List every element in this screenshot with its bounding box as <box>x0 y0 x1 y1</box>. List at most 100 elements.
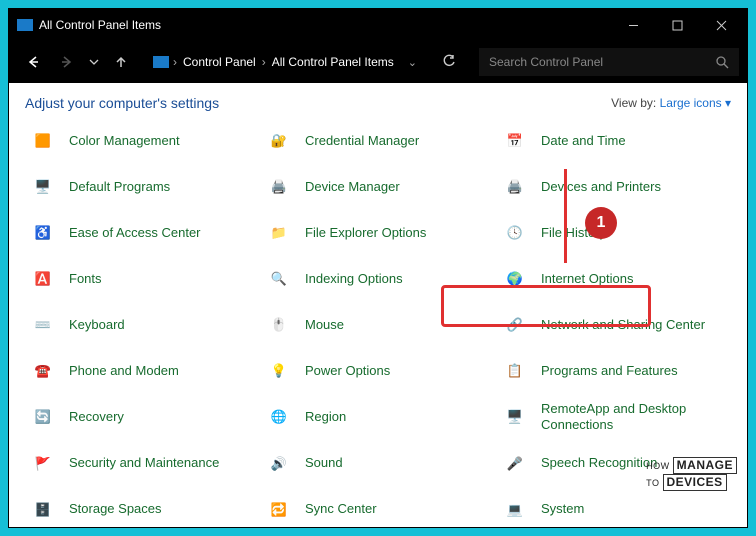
item-sound[interactable]: 🔊Sound <box>261 444 495 484</box>
item-label: Power Options <box>305 363 390 379</box>
recovery-icon: 🔄 <box>27 401 59 433</box>
address-bar[interactable]: › Control Panel › All Control Panel Item… <box>143 48 427 76</box>
item-device-manager[interactable]: 🖨️Device Manager <box>261 167 495 207</box>
item-label: System <box>541 501 584 517</box>
item-label: Default Programs <box>69 179 170 195</box>
control-panel-window: All Control Panel Items › Control Panel … <box>8 8 748 528</box>
refresh-button[interactable] <box>435 54 463 71</box>
item-label: Programs and Features <box>541 363 678 379</box>
item-label: File Explorer Options <box>305 225 426 241</box>
power-options-icon: 💡 <box>263 355 295 387</box>
item-label: Region <box>305 409 346 425</box>
color-management-icon: 🟧 <box>27 125 59 157</box>
close-button[interactable] <box>699 9 743 41</box>
mouse-icon: 🖱️ <box>263 309 295 341</box>
item-label: Mouse <box>305 317 344 333</box>
region-icon: 🌐 <box>263 401 295 433</box>
arrow-up-icon <box>114 55 128 69</box>
item-credential-manager[interactable]: 🔐 Credential Manager <box>261 121 495 161</box>
security-maintenance-icon: 🚩 <box>27 448 59 480</box>
fonts-icon: 🅰️ <box>27 263 59 295</box>
item-label: Keyboard <box>69 317 125 333</box>
item-label: Credential Manager <box>305 133 419 149</box>
item-label: Fonts <box>69 271 102 287</box>
sound-icon: 🔊 <box>263 448 295 480</box>
arrow-left-icon <box>26 55 40 69</box>
minimize-button[interactable] <box>611 9 655 41</box>
internet-options-icon: 🌍 <box>499 263 531 295</box>
item-keyboard[interactable]: ⌨️ Keyboard <box>25 305 259 345</box>
item-label: Internet Options <box>541 271 634 287</box>
back-button[interactable] <box>17 46 49 78</box>
programs-features-icon: 📋 <box>499 355 531 387</box>
breadcrumb-control-panel[interactable]: Control Panel <box>181 55 258 69</box>
item-label: Phone and Modem <box>69 363 179 379</box>
item-system[interactable]: 💻 System <box>497 490 731 528</box>
item-color-management[interactable]: 🟧 Color Management <box>25 121 259 161</box>
navbar: › Control Panel › All Control Panel Item… <box>9 41 747 83</box>
item-sync-center[interactable]: 🔁Sync Center <box>261 490 495 528</box>
item-recovery[interactable]: 🔄 Recovery <box>25 397 259 438</box>
recent-locations-button[interactable] <box>85 46 103 78</box>
maximize-button[interactable] <box>655 9 699 41</box>
item-ease-access[interactable]: ♿Ease of Access Center <box>25 213 259 253</box>
item-label: Color Management <box>69 133 180 149</box>
item-devices-printers[interactable]: 🖨️Devices and Printers <box>497 167 731 207</box>
item-network-sharing[interactable]: 🔗 Network and Sharing Center <box>497 305 731 345</box>
system-icon: 💻 <box>499 494 531 526</box>
item-storage-spaces[interactable]: 🗄️ Storage Spaces <box>25 490 259 528</box>
item-programs-features[interactable]: 📋 Programs and Features <box>497 351 731 391</box>
item-fonts[interactable]: 🅰️ Fonts <box>25 259 259 299</box>
item-label: Ease of Access Center <box>69 225 201 241</box>
item-label: Devices and Printers <box>541 179 661 195</box>
item-label: Indexing Options <box>305 271 403 287</box>
control-panel-icon <box>153 56 169 68</box>
window-title: All Control Panel Items <box>39 18 611 32</box>
content-pane: Adjust your computer's settings View by:… <box>9 83 747 527</box>
speech-recognition-icon: 🎤 <box>499 448 531 480</box>
item-default-programs[interactable]: 🖥️ Default Programs <box>25 167 259 207</box>
item-label: Storage Spaces <box>69 501 162 517</box>
item-label: Date and Time <box>541 133 626 149</box>
view-by-dropdown[interactable]: Large icons ▾ <box>660 96 731 110</box>
item-label: Recovery <box>69 409 124 425</box>
forward-button[interactable] <box>51 46 83 78</box>
remoteapp-icon: 🖥️ <box>499 401 531 433</box>
item-file-explorer-options[interactable]: 📁File Explorer Options <box>261 213 495 253</box>
network-sharing-icon: 🔗 <box>499 309 531 341</box>
item-indexing-options[interactable]: 🔍Indexing Options <box>261 259 495 299</box>
item-phone-modem[interactable]: ☎️ Phone and Modem <box>25 351 259 391</box>
credential-manager-icon: 🔐 <box>263 125 295 157</box>
item-label: Device Manager <box>305 179 400 195</box>
phone-modem-icon: ☎️ <box>27 355 59 387</box>
item-security-maintenance[interactable]: 🚩 Security and Maintenance <box>25 444 259 484</box>
item-internet-options[interactable]: 🌍 Internet Options <box>497 259 731 299</box>
maximize-icon <box>672 20 683 31</box>
item-label: Network and Sharing Center <box>541 317 705 333</box>
keyboard-icon: ⌨️ <box>27 309 59 341</box>
search-icon <box>716 56 729 69</box>
default-programs-icon: 🖥️ <box>27 171 59 203</box>
item-mouse[interactable]: 🖱️ Mouse <box>261 305 495 345</box>
storage-spaces-icon: 🗄️ <box>27 494 59 526</box>
chevron-down-icon <box>89 57 99 67</box>
item-label: Speech Recognition <box>541 455 657 471</box>
item-power-options[interactable]: 💡 Power Options <box>261 351 495 391</box>
annotation-badge: 1 <box>585 207 617 239</box>
address-dropdown[interactable]: ⌄ <box>408 56 417 69</box>
breadcrumb-all-items[interactable]: All Control Panel Items <box>270 55 396 69</box>
watermark: HOW MANAGE TO DEVICES <box>646 457 737 491</box>
close-icon <box>716 20 727 31</box>
item-label: Security and Maintenance <box>69 455 219 471</box>
refresh-icon <box>442 54 456 68</box>
item-remoteapp[interactable]: 🖥️RemoteApp and Desktop Connections <box>497 397 731 438</box>
up-button[interactable] <box>105 46 137 78</box>
search-input[interactable]: Search Control Panel <box>479 48 739 76</box>
sync-center-icon: 🔁 <box>263 494 295 526</box>
chevron-right-icon: › <box>262 55 266 69</box>
arrow-right-icon <box>60 55 74 69</box>
window-icon <box>17 19 33 31</box>
view-by-label: View by: <box>611 96 656 110</box>
item-region[interactable]: 🌐 Region <box>261 397 495 438</box>
item-date-time[interactable]: 📅Date and Time <box>497 121 731 161</box>
